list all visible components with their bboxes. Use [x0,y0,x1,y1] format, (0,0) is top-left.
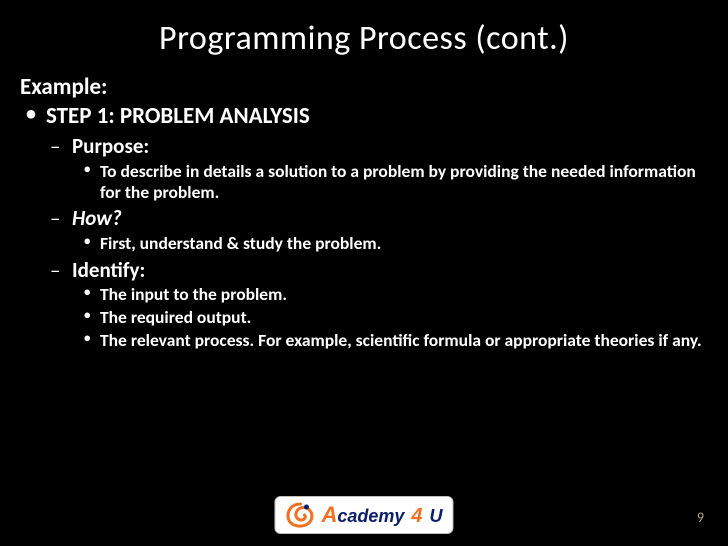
swirl-icon [283,501,317,529]
page-number: 9 [697,509,704,526]
how-label: How? [72,205,122,231]
brand-rest: cademy [337,506,404,527]
step1-label: STEP 1: PROBLEM ANALYSIS [46,102,310,130]
identify-details: The input to the problem. The required o… [72,284,708,350]
identify-item: Identify: The input to the problem. The … [46,258,708,351]
brand-text: Academy 4 U [321,502,442,528]
purpose-label: Purpose: [72,133,149,159]
slide-content: Example: STEP 1: PROBLEM ANALYSIS Purpos… [18,73,710,350]
how-item: How? First, understand & study the probl… [46,206,708,253]
brand-logo: Academy 4 U [274,496,453,534]
step1-item: STEP 1: PROBLEM ANALYSIS Purpose: To des… [20,103,708,350]
brand-u: U [430,506,443,527]
slide: Programming Process (cont.) Example: STE… [0,0,728,546]
list-item: The relevant process. For example, scien… [72,330,708,351]
purpose-item: Purpose: To describe in details a soluti… [46,134,708,202]
list-item: The input to the problem. [72,284,708,305]
brand-initial: A [321,502,337,528]
identify-label: Identify: [72,257,145,283]
list-item: First, understand & study the problem. [72,233,708,254]
list-item: To describe in details a solution to a p… [72,161,708,202]
level1-list: STEP 1: PROBLEM ANALYSIS Purpose: To des… [20,103,708,350]
list-item: The required output. [72,307,708,328]
purpose-details: To describe in details a solution to a p… [72,161,708,202]
how-details: First, understand & study the problem. [72,233,708,254]
example-label: Example: [20,73,708,101]
level2-list: Purpose: To describe in details a soluti… [46,134,708,350]
slide-title: Programming Process (cont.) [18,18,710,59]
brand-four: 4 [409,505,424,528]
